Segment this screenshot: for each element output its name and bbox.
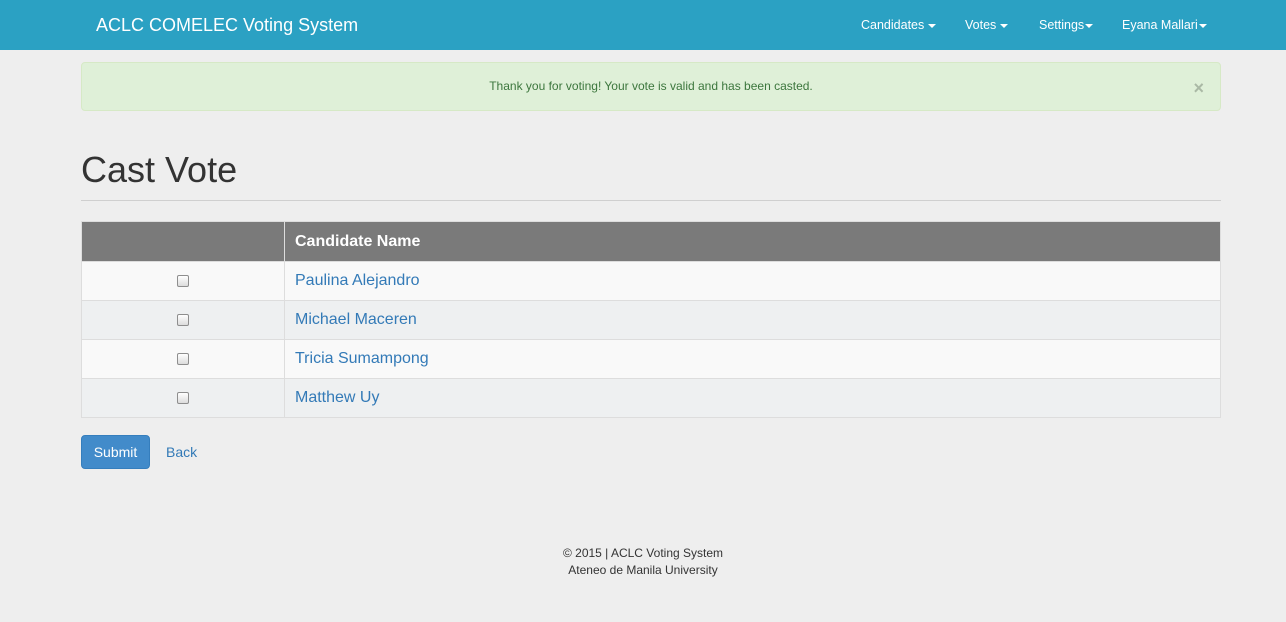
candidate-checkbox[interactable] (177, 352, 189, 365)
nav-candidates-dropdown[interactable]: Candidates (861, 17, 937, 33)
footer-copyright: © 2015 | ACLC Voting System (562, 546, 724, 560)
brand-title[interactable]: ACLC COMELEC Voting System (96, 14, 358, 36)
caret-down-icon (928, 23, 937, 28)
table-row: Matthew Uy (81, 378, 1221, 418)
candidate-checkbox[interactable] (177, 391, 189, 404)
candidate-cell: Tricia Sumampong (284, 339, 1221, 379)
candidate-name-column-header: Candidate Name (284, 221, 1221, 262)
candidate-cell: Matthew Uy (284, 378, 1221, 418)
nav-settings-dropdown[interactable]: Settings (1039, 17, 1094, 33)
caret-down-icon (1198, 23, 1207, 28)
table-row: Paulina Alejandro (81, 261, 1221, 301)
candidate-cell: Michael Maceren (284, 300, 1221, 340)
caret-down-icon (1085, 23, 1094, 28)
nav-user-dropdown[interactable]: Eyana Mallari (1122, 17, 1207, 33)
table-row: Michael Maceren (81, 300, 1221, 340)
title-divider (81, 200, 1221, 201)
footer-institution: Ateneo de Manila University (568, 563, 718, 577)
checkbox-cell (81, 339, 285, 379)
candidate-link[interactable]: Michael Maceren (295, 311, 417, 328)
candidate-link[interactable]: Matthew Uy (295, 389, 379, 406)
page-title: Cast Vote (81, 149, 238, 190)
candidates-table: Candidate Name Paulina Alejandro Michael… (81, 221, 1221, 418)
nav-settings-label: Settings (1039, 18, 1085, 32)
success-alert: Thank you for voting! Your vote is valid… (81, 62, 1221, 111)
nav-candidates-label: Candidates (861, 18, 925, 32)
candidate-link[interactable]: Tricia Sumampong (295, 350, 429, 367)
candidate-cell: Paulina Alejandro (284, 261, 1221, 301)
nav-votes-label: Votes (965, 18, 997, 32)
checkbox-cell (81, 378, 285, 418)
table-row: Tricia Sumampong (81, 339, 1221, 379)
submit-button[interactable]: Submit (81, 435, 150, 469)
caret-down-icon (1000, 23, 1009, 28)
checkbox-cell (81, 300, 285, 340)
candidate-checkbox[interactable] (177, 274, 189, 287)
close-icon[interactable]: × (1193, 79, 1204, 97)
nav-votes-dropdown[interactable]: Votes (965, 17, 1009, 33)
table-header-row: Candidate Name (81, 221, 1221, 262)
candidate-link[interactable]: Paulina Alejandro (295, 272, 420, 289)
nav-user-label: Eyana Mallari (1122, 18, 1198, 32)
alert-message: Thank you for voting! Your vote is valid… (489, 79, 813, 93)
candidate-checkbox[interactable] (177, 313, 189, 326)
back-link[interactable]: Back (166, 444, 197, 460)
checkbox-cell (81, 261, 285, 301)
navbar: ACLC COMELEC Voting System Candidates Vo… (0, 0, 1286, 50)
select-column-header (81, 221, 285, 262)
